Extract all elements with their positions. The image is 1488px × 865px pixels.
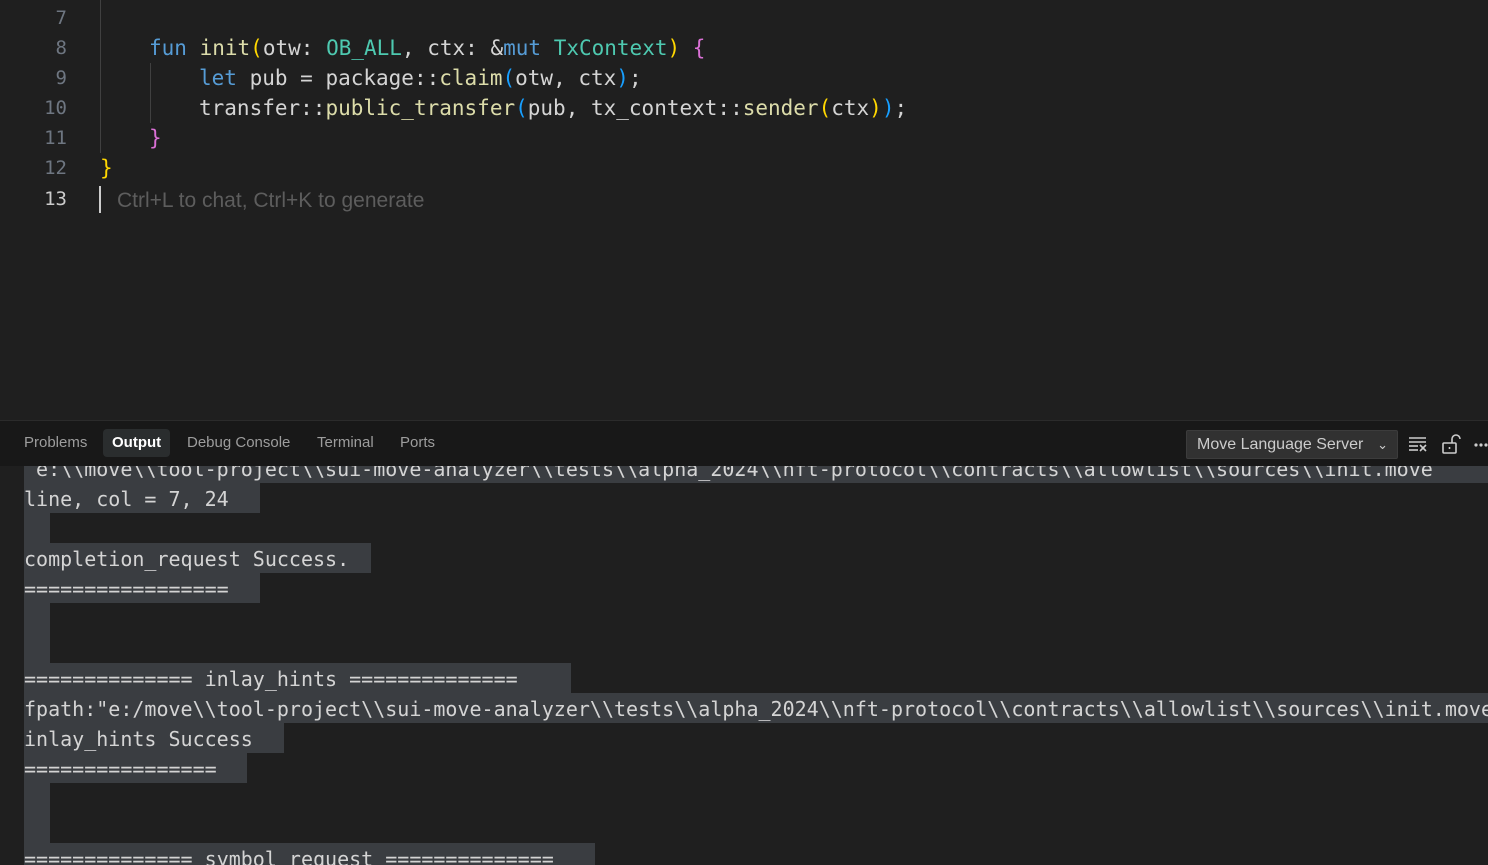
code-line-9[interactable]: let pub = package::claim(otw, ctx);	[100, 63, 1488, 93]
lock-scroll-icon[interactable]	[1440, 433, 1462, 455]
text-selection	[24, 783, 50, 843]
output-line: ============== inlay_hints =============…	[24, 667, 518, 691]
code-token: (	[502, 66, 516, 90]
line-number-active: 13	[44, 188, 67, 210]
panel-tabs: Problems Output Debug Console Terminal P…	[0, 421, 1488, 465]
code-token: claim	[439, 66, 503, 90]
output-line: ============== symbol_request ==========…	[24, 847, 554, 865]
code-token: otw	[262, 36, 301, 60]
code-token: tx_context	[590, 96, 718, 120]
code-token: {	[680, 36, 706, 60]
code-token: pub =	[236, 66, 326, 90]
code-token: sender	[742, 96, 819, 120]
code-token: package	[325, 66, 414, 90]
tab-terminal[interactable]: Terminal	[308, 429, 383, 457]
chevron-down-icon: ⌄	[1377, 437, 1388, 452]
code-line-11[interactable]: }	[100, 123, 1488, 153]
line-number: 9	[55, 67, 67, 89]
code-token: ::	[717, 96, 743, 120]
code-token: ::	[413, 66, 440, 90]
code-token: TxContext	[553, 36, 668, 60]
code-token: fun	[149, 36, 187, 60]
clear-output-icon[interactable]	[1407, 433, 1429, 455]
code-token: (	[250, 36, 263, 60]
text-selection	[24, 513, 50, 543]
output-line: inlay_hints Success	[24, 727, 253, 751]
line-number: 10	[44, 97, 67, 119]
code-token: pub,	[527, 96, 591, 120]
code-line-8[interactable]: fun init(otw: OB_ALL, ctx: &mut TxContex…	[100, 33, 1488, 63]
code-token: ::	[300, 96, 326, 120]
code-token: OB_ALL	[326, 36, 402, 60]
code-editor[interactable]: 7 8 9 10 11 12 13 fun init(otw: OB_ALL, …	[0, 0, 1488, 420]
bottom-panel: Problems Output Debug Console Terminal P…	[0, 420, 1488, 865]
output-line: e:\\move\\tool-project\\sui-move-analyze…	[24, 466, 1433, 481]
more-actions-icon[interactable]	[1474, 433, 1488, 455]
code-line-10[interactable]: transfer::public_transfer(pub, tx_contex…	[100, 93, 1488, 123]
code-token: )	[881, 96, 895, 120]
output-line: ================	[24, 757, 217, 781]
inline-ai-hint: Ctrl+L to chat, Ctrl+K to generate	[117, 189, 425, 212]
tab-problems[interactable]: Problems	[15, 429, 96, 457]
code-token: otw, ctx	[515, 66, 617, 90]
code-token: ,	[401, 36, 428, 60]
output-line: =================	[24, 577, 229, 601]
code-line-12[interactable]: }	[100, 153, 1488, 183]
code-token: ;	[894, 96, 908, 120]
line-number: 12	[44, 157, 67, 179]
output-line: completion_request Success.	[24, 547, 350, 571]
code-token: transfer	[199, 96, 301, 120]
code-token: (	[818, 96, 832, 120]
code-token: ctx	[427, 36, 466, 60]
tab-debug-console[interactable]: Debug Console	[178, 429, 299, 457]
output-view[interactable]: e:\\move\\tool-project\\sui-move-analyze…	[0, 466, 1488, 865]
output-channel-label: Move Language Server	[1197, 436, 1364, 453]
line-number: 11	[44, 127, 67, 149]
tab-ports[interactable]: Ports	[391, 429, 444, 457]
line-number: 8	[55, 37, 67, 59]
code-token: mut	[503, 36, 542, 60]
code-token: :	[300, 36, 327, 60]
text-selection	[24, 603, 50, 663]
code-token: ctx	[831, 96, 870, 120]
output-line: line, col = 7, 24	[24, 487, 229, 511]
code-token: : &	[465, 36, 504, 60]
line-number: 7	[55, 7, 67, 29]
tab-output[interactable]: Output	[103, 429, 171, 457]
code-token: )	[616, 66, 629, 90]
code-token: init	[199, 36, 251, 60]
output-line: fpath:"e:/move\\tool-project\\sui-move-a…	[24, 697, 1488, 721]
code-token: )	[869, 96, 882, 120]
code-token: ;	[628, 66, 642, 90]
text-cursor	[99, 186, 101, 213]
code-token: (	[515, 96, 528, 120]
code-token: public_transfer	[325, 96, 516, 120]
code-token: let	[199, 66, 237, 90]
code-token: )	[667, 36, 681, 60]
output-channel-select[interactable]: Move Language Server ⌄	[1186, 430, 1398, 459]
